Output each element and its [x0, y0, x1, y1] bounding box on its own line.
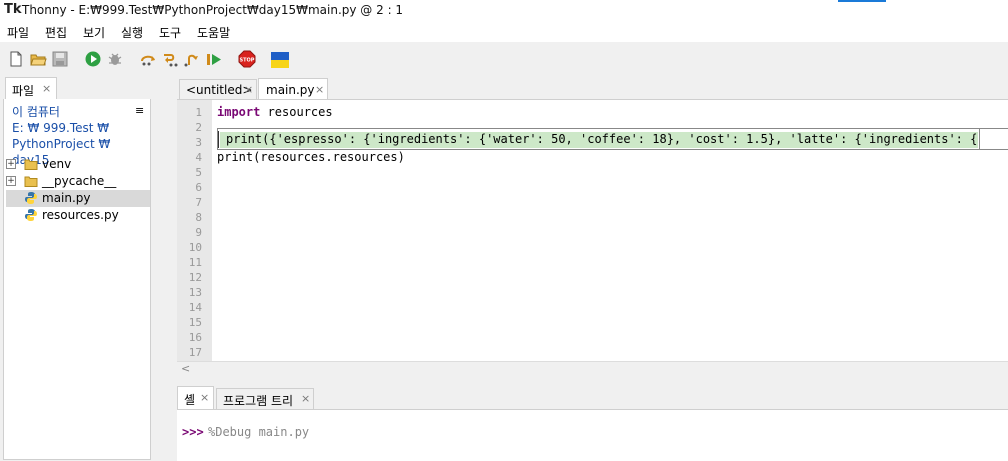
line-number: 14 [188, 301, 202, 314]
step-over-icon[interactable] [139, 50, 157, 68]
menu-edit[interactable]: 편집 [45, 24, 67, 41]
close-icon[interactable]: × [200, 391, 209, 404]
line-number: 6 [195, 181, 202, 194]
tab-program-tree[interactable]: 프로그램 트리 × [216, 388, 314, 409]
line-number: 3 [195, 136, 202, 149]
line-number: 11 [188, 256, 202, 269]
menu-bar: 파일 편집 보기 실행 도구 도움말 [0, 22, 1008, 42]
expand-icon[interactable]: + [6, 176, 16, 186]
menu-tools[interactable]: 도구 [159, 24, 181, 41]
files-tab-label: 파일 [12, 84, 35, 98]
step-out-icon[interactable] [183, 50, 201, 68]
close-icon[interactable]: × [244, 83, 253, 96]
line-number: 10 [188, 241, 202, 254]
folder-icon [24, 176, 38, 187]
tree-item-pycache[interactable]: + __pycache__ [6, 173, 150, 190]
save-icon[interactable] [51, 50, 69, 68]
line-number: 5 [195, 166, 202, 179]
close-icon[interactable]: × [315, 83, 324, 96]
line-number: 8 [195, 211, 202, 224]
text-cursor [218, 131, 219, 148]
line-number: 1 [195, 106, 202, 119]
line-number: 12 [188, 271, 202, 284]
tab-label: <untitled> [186, 83, 253, 97]
python-file-icon [25, 209, 37, 221]
close-icon[interactable]: × [42, 82, 51, 95]
menu-file[interactable]: 파일 [7, 24, 29, 41]
python-file-icon [25, 192, 37, 204]
tab-files[interactable]: 파일 × [5, 77, 57, 99]
folder-icon [24, 159, 38, 170]
tree-item-label: main.py [42, 191, 91, 205]
panel-menu-icon[interactable]: ≡ [135, 104, 144, 117]
close-icon[interactable]: × [301, 392, 310, 405]
open-folder-icon[interactable] [29, 50, 47, 68]
code-line-4: print(resources.resources) [217, 150, 405, 164]
shell-command: %Debug main.py [208, 425, 310, 439]
tree-item-venv[interactable]: + venv [6, 156, 150, 173]
code-text: resources [260, 105, 333, 119]
line-number: 9 [195, 226, 202, 239]
tab-main-py[interactable]: main.py × [258, 78, 328, 100]
tab-label: 프로그램 트리 [223, 394, 294, 408]
line-number: 4 [195, 151, 202, 164]
window-title: Thonny - E:₩999.Test₩PythonProject₩day15… [22, 3, 404, 17]
title-accent-bar [838, 0, 886, 2]
tree-item-resources-py[interactable]: resources.py [6, 207, 150, 224]
tree-item-main-py[interactable]: main.py [6, 190, 150, 207]
expand-icon[interactable]: + [6, 159, 16, 169]
tab-shell[interactable]: 셸 × [177, 386, 214, 409]
line-number: 2 [195, 121, 202, 134]
tree-item-label: venv [42, 157, 72, 171]
line-number: 7 [195, 196, 202, 209]
menu-help[interactable]: 도움말 [197, 24, 230, 41]
line-number: 13 [188, 286, 202, 299]
thonny-app-icon: Tk [4, 2, 22, 17]
horizontal-scrollbar[interactable] [177, 361, 1008, 377]
tree-item-label: __pycache__ [42, 174, 117, 188]
debug-icon[interactable] [106, 50, 124, 68]
tree-item-label: resources.py [42, 208, 119, 222]
stop-label: STOP [240, 58, 255, 64]
run-icon[interactable] [84, 50, 102, 68]
keyword-import: import [217, 105, 261, 119]
code-line-1: import resources [217, 105, 333, 119]
popup-code-text: print({'espresso': {'ingredients': {'wat… [226, 132, 1000, 146]
tab-label: 셸 [184, 393, 196, 407]
menu-run[interactable]: 실행 [121, 24, 143, 41]
toolbar: STOP [0, 42, 1008, 76]
popup-edge [980, 128, 1008, 150]
ukraine-flag-icon[interactable] [271, 51, 289, 69]
new-file-icon[interactable] [7, 50, 25, 68]
line-number: 15 [188, 316, 202, 329]
scroll-left-icon[interactable]: < [181, 362, 190, 375]
line-number: 16 [188, 331, 202, 344]
stop-icon[interactable]: STOP [238, 50, 256, 68]
tab-untitled[interactable]: <untitled> × [179, 79, 257, 99]
tab-label: main.py [266, 83, 315, 97]
resume-icon[interactable] [205, 50, 223, 68]
menu-view[interactable]: 보기 [83, 24, 105, 41]
shell-prompt: >>> [182, 425, 204, 439]
step-into-icon[interactable] [161, 50, 179, 68]
line-number: 17 [188, 346, 202, 359]
